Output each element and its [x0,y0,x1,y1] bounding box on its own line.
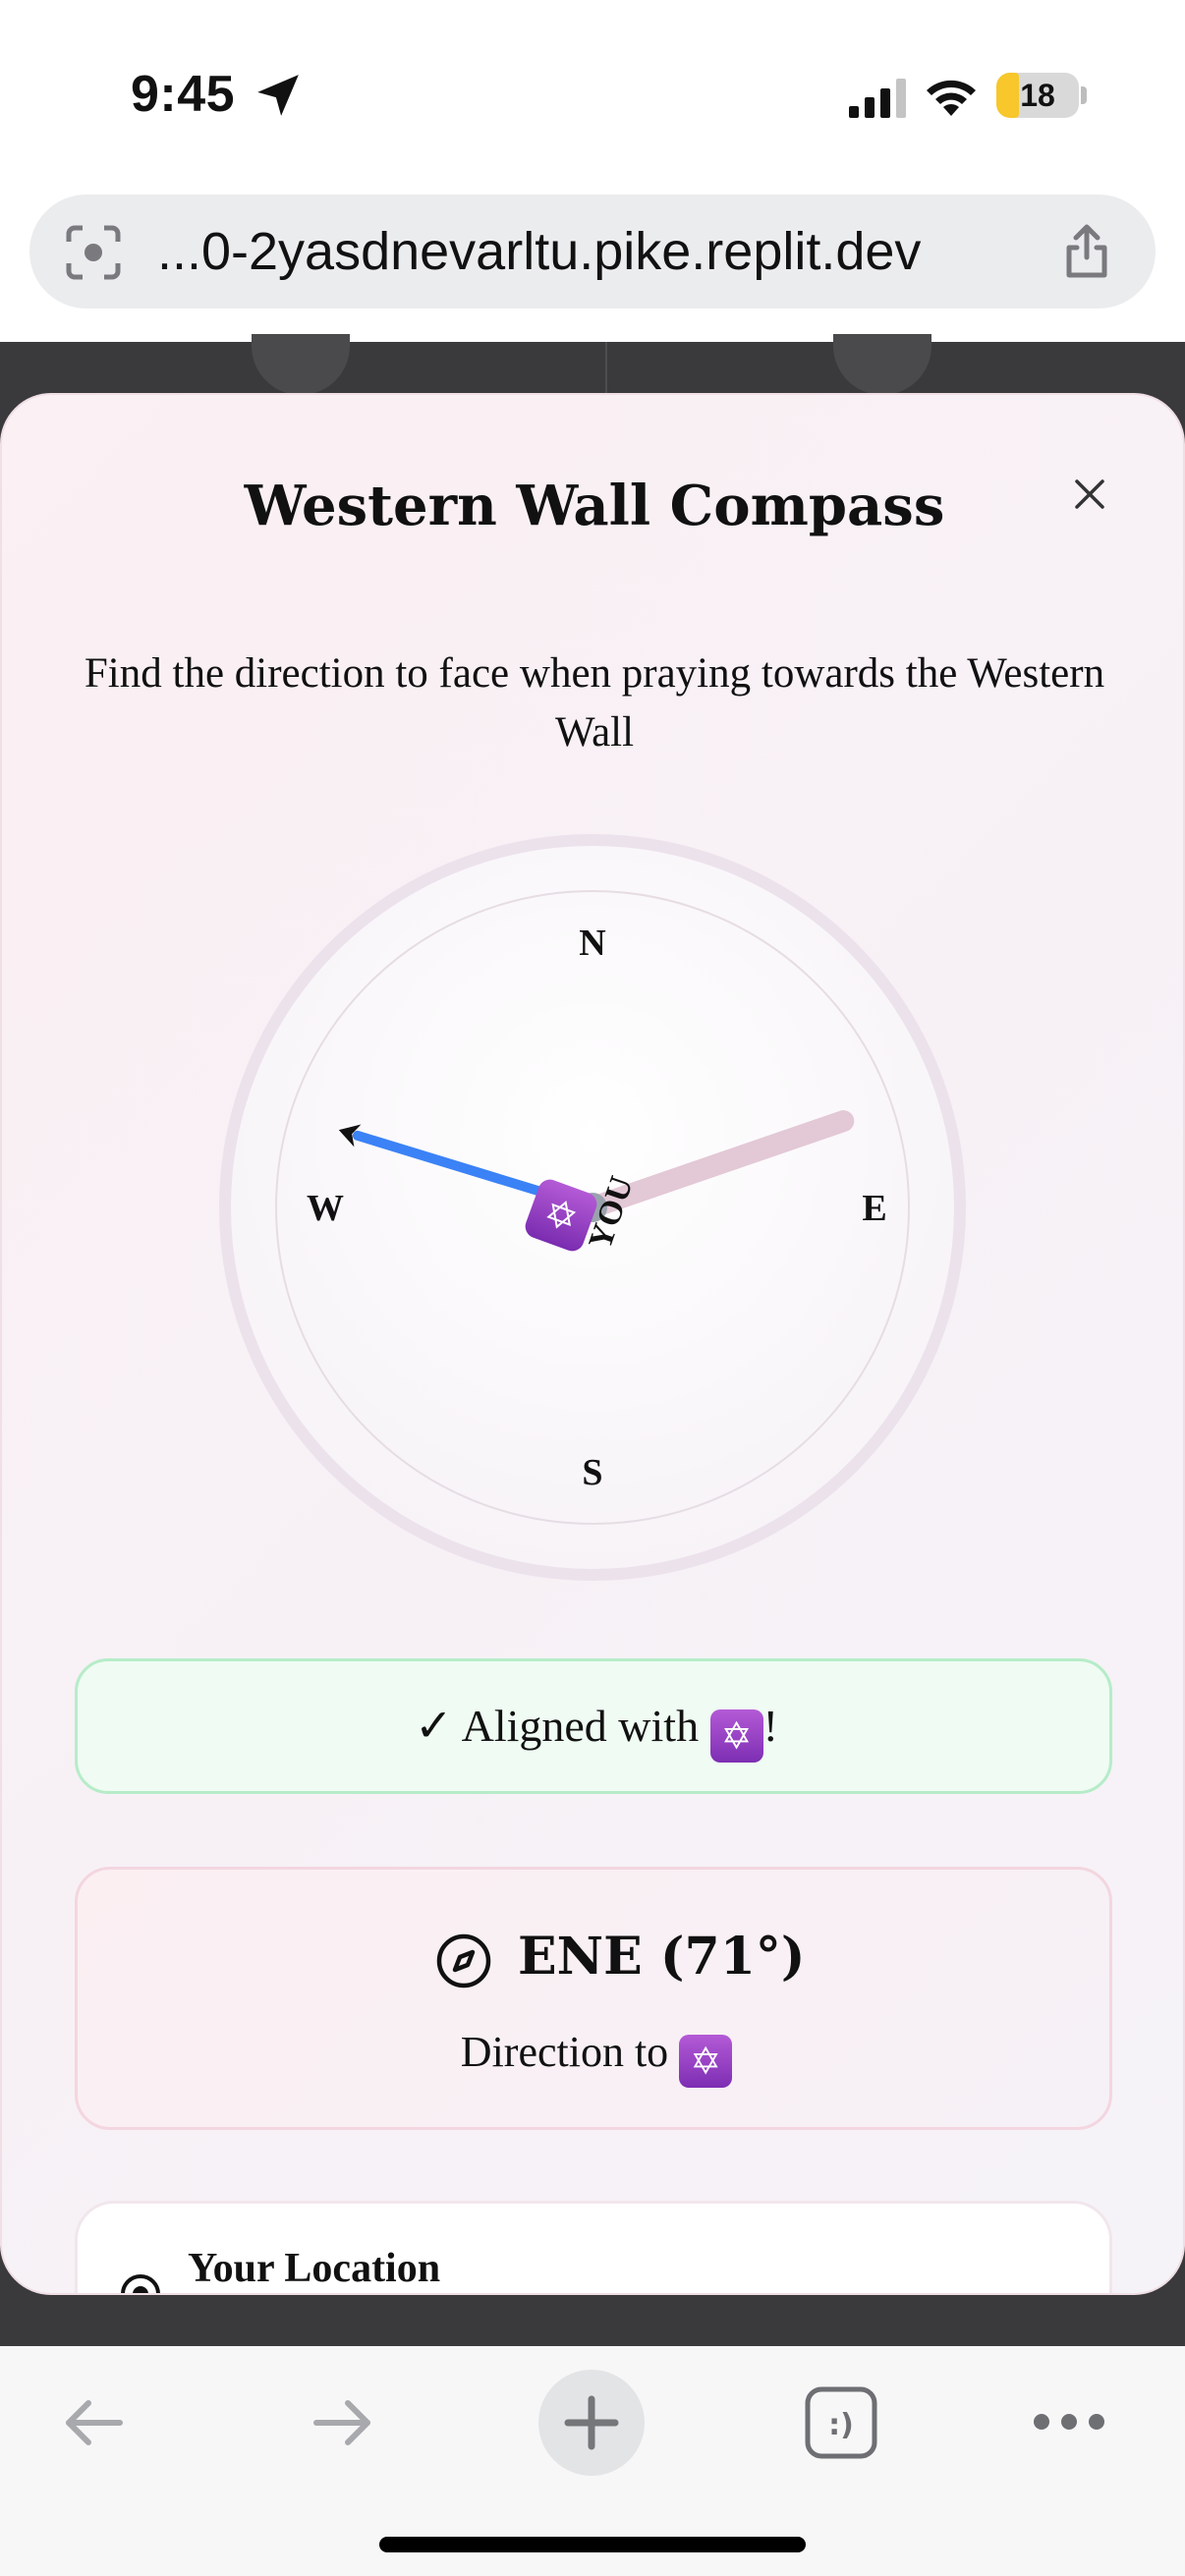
status-time: 9:45 [131,66,236,123]
compass-label-north: N [579,923,605,964]
back-arrow-icon[interactable] [55,2383,134,2462]
status-bar: 9:45 18 [0,0,1185,192]
aligned-prefix: ✓ Aligned with [415,1701,710,1751]
compass-icon [436,1933,491,1988]
direction-value: ENE (71°) [518,1927,806,1987]
svg-text::): :) [828,2408,854,2442]
compass-dial: N E S W ✡ YOU [219,834,966,1581]
location-arrow-icon [257,75,299,116]
home-indicator [379,2537,806,2552]
wifi-icon [927,80,976,116]
direction-card: ENE (71°) Direction to ✡ [75,1867,1112,2130]
tabs-icon[interactable]: :) [802,2383,880,2462]
location-target-icon [121,2274,160,2293]
battery-level: 18 [1020,78,1055,113]
more-dots-icon[interactable] [1030,2397,1108,2446]
compass-modal: Western Wall Compass Find the direction … [0,393,1185,2295]
battery-cap [1081,86,1087,104]
compass-label-west: W [307,1188,344,1229]
modal-description: Find the direction to face when praying … [84,650,1105,756]
aligned-banner: ✓ Aligned with ✡! [75,1658,1112,1794]
compass-label-south: S [582,1452,602,1493]
address-bar[interactable]: ...0-2yasdnevarltu.pike.replit.dev [29,195,1156,308]
page-divider [605,342,607,393]
direction-label: Direction to ✡ [78,2027,1115,2088]
compass-label-east: E [862,1188,886,1229]
forward-arrow-icon[interactable] [303,2383,381,2462]
aligned-suffix: ! [762,1701,778,1751]
location-title: Your Location [188,2246,441,2291]
star-of-david-icon: ✡ [709,1709,763,1763]
direction-label-text: Direction to [460,2028,680,2076]
url-text[interactable]: ...0-2yasdnevarltu.pike.replit.dev [157,195,921,308]
star-of-david-icon: ✡ [679,2035,733,2088]
new-tab-button[interactable] [538,2370,645,2476]
aligned-text: ✓ Aligned with ✡! [78,1661,1115,1791]
cellular-signal-icon [849,79,906,118]
location-card: Your Location [75,2201,1112,2293]
battery-icon: 18 [996,73,1079,118]
share-icon[interactable] [1057,222,1116,281]
modal-title: Western Wall Compass [244,474,945,538]
new-tab-plus-icon [564,2395,619,2450]
lens-icon[interactable] [65,224,122,281]
